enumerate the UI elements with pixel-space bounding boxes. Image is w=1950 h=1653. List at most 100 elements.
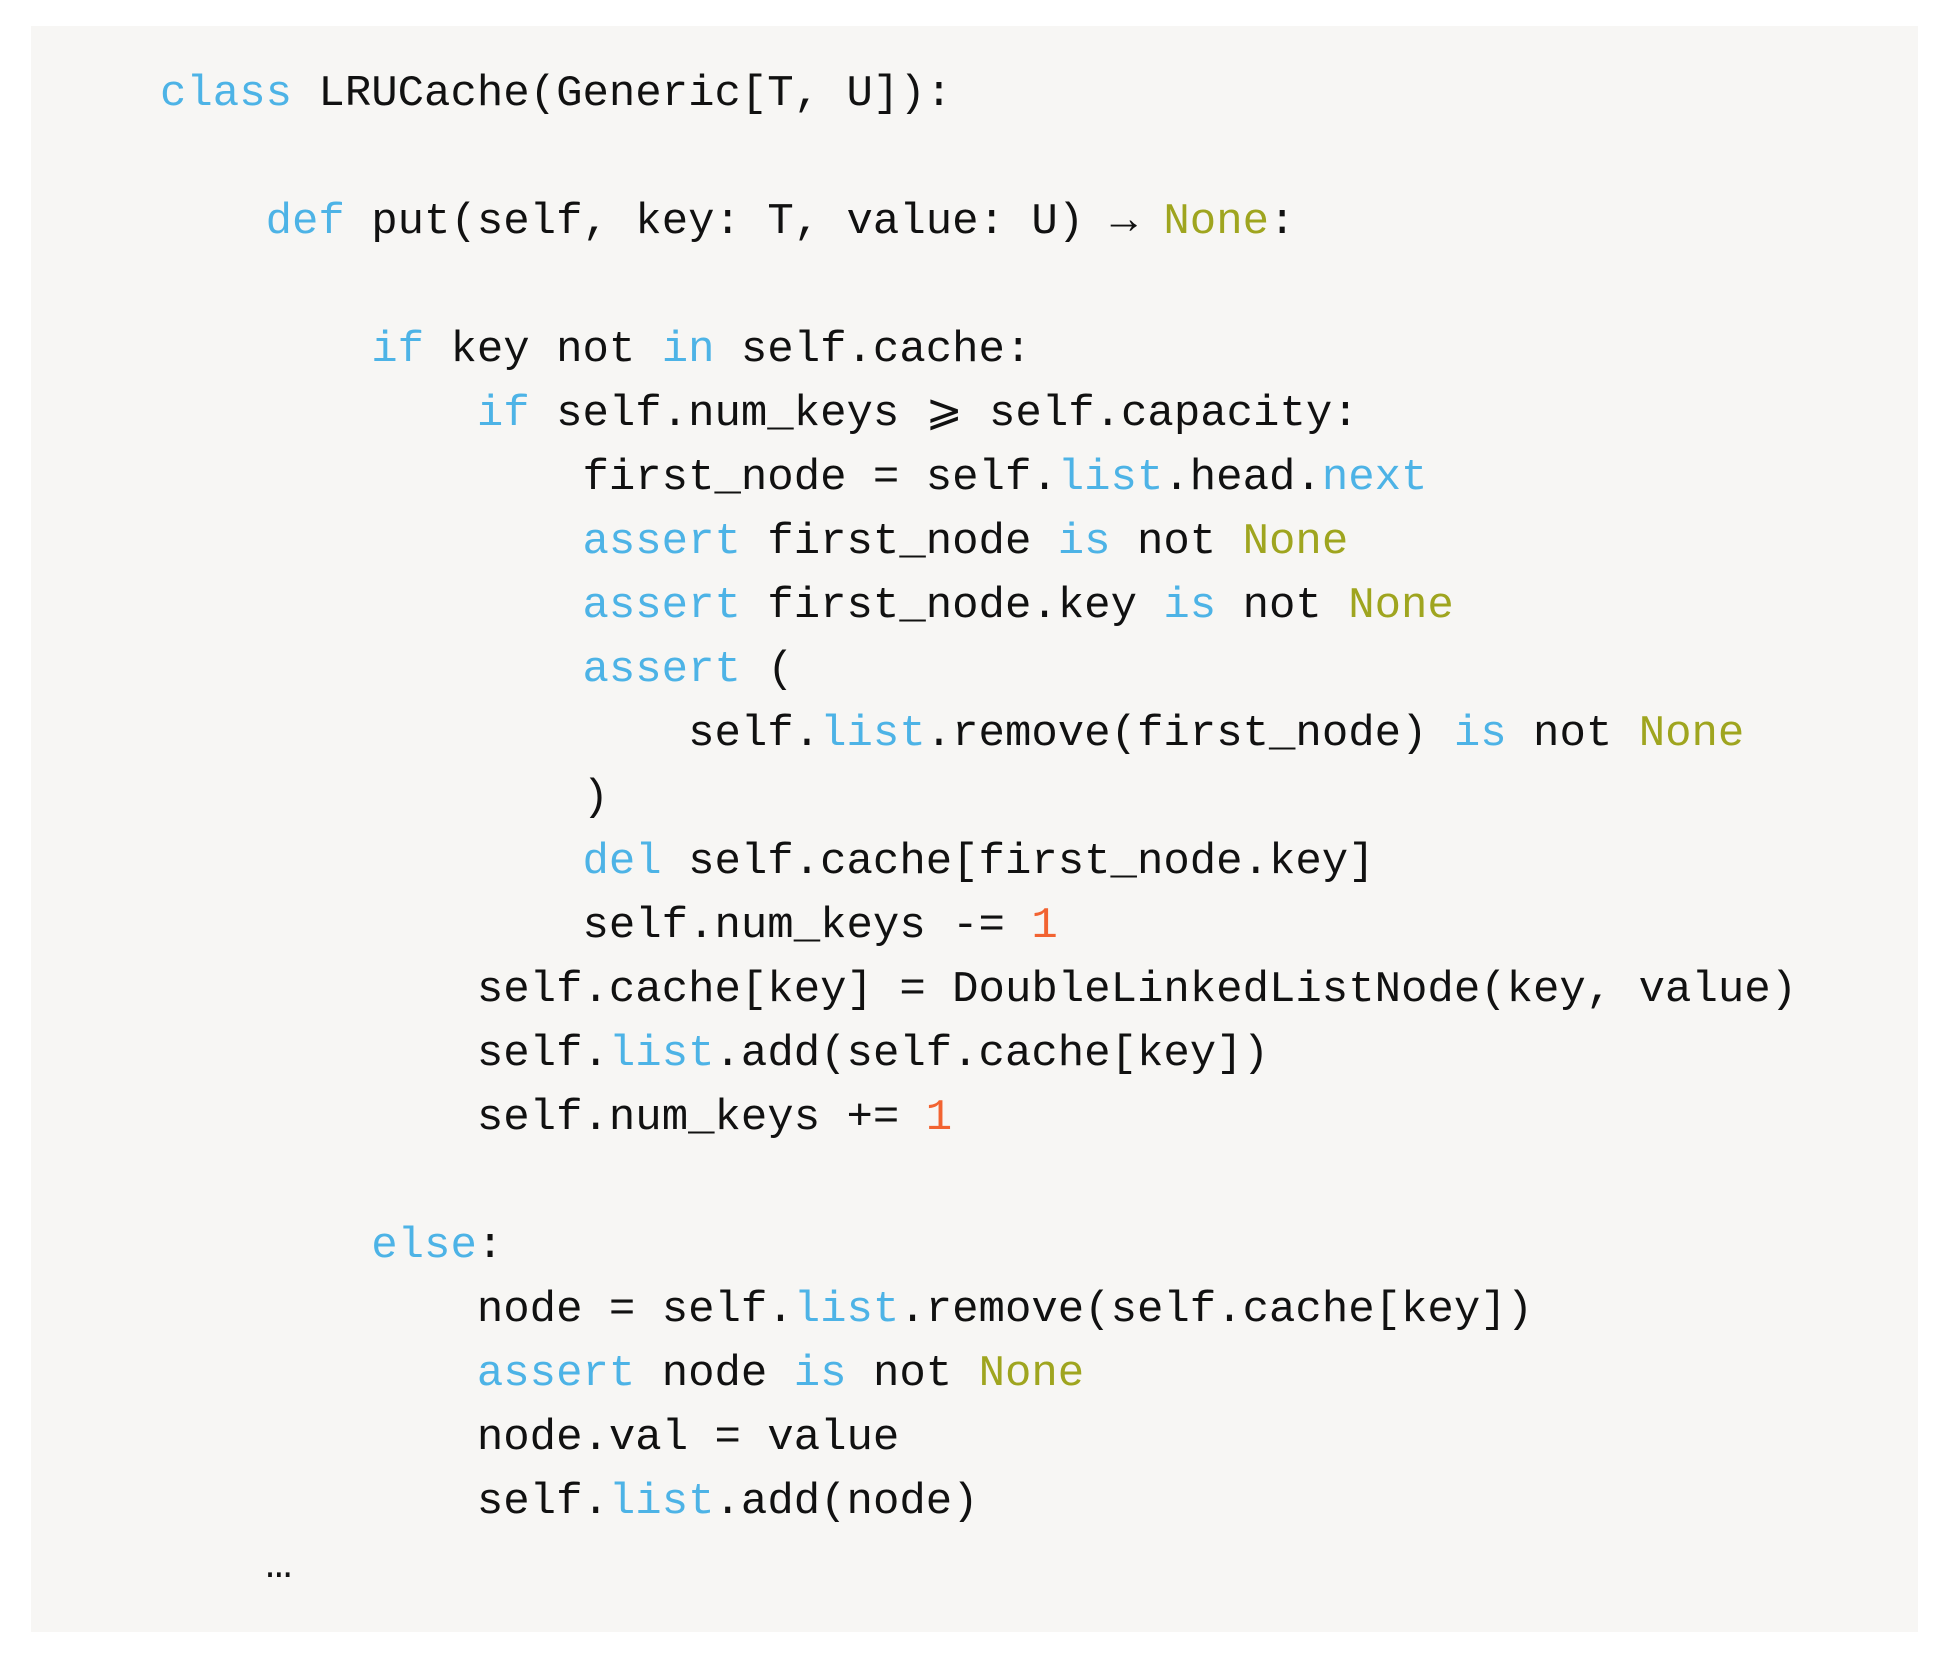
- code-text: .remove(self.cache[key]): [899, 1285, 1534, 1335]
- code-text: :: [1269, 197, 1296, 247]
- code-line: class LRUCache(Generic[T, U]):: [160, 62, 1797, 126]
- code-text: not: [1110, 517, 1243, 567]
- code-text: self.cache:: [714, 325, 1032, 375]
- keyword-token: assert: [582, 517, 741, 567]
- code-line: self.list.add(node): [160, 1470, 1797, 1534]
- code-text: self.cache[key] = DoubleLinkedListNode(k…: [476, 965, 1798, 1015]
- code-text: self.: [688, 709, 821, 759]
- keyword-token: is: [1453, 709, 1507, 759]
- code-text: .remove(first_node): [925, 709, 1454, 759]
- code-text: node.val = value: [476, 1413, 900, 1463]
- code-text: key not: [424, 325, 662, 375]
- code-line: node.val = value: [160, 1406, 1797, 1470]
- code-line: self.num_keys -= 1: [160, 894, 1797, 958]
- code-text: .add(node): [714, 1477, 979, 1527]
- code-text: …: [265, 1541, 293, 1591]
- code-line: self.list.remove(first_node) is not None: [160, 702, 1797, 766]
- code-text: self.: [476, 1029, 609, 1079]
- keyword-token: list: [793, 1285, 900, 1335]
- code-text: ): [582, 773, 609, 823]
- code-line: self.cache[key] = DoubleLinkedListNode(k…: [160, 958, 1797, 1022]
- keyword-token: del: [582, 837, 662, 887]
- keyword-token: if: [371, 325, 425, 375]
- keyword-token: assert: [476, 1349, 636, 1399]
- code-text: first_node = self.: [582, 453, 1058, 503]
- keyword-token: class: [160, 69, 293, 119]
- keyword-token: is: [1163, 581, 1217, 631]
- code-line: …: [160, 1534, 1797, 1598]
- code-text: node = self.: [476, 1285, 794, 1335]
- code-text: not: [846, 1349, 979, 1399]
- keyword-token: if: [476, 389, 530, 439]
- code-text: not: [1216, 581, 1349, 631]
- constant-token: None: [1242, 517, 1349, 567]
- code-text: self.num_keys +=: [476, 1093, 926, 1143]
- code-line: def put(self, key: T, value: U) → None:: [160, 190, 1797, 254]
- code-text: LRUCache(Generic[T, U]):: [292, 69, 953, 119]
- code-listing: class LRUCache(Generic[T, U]): def put(s…: [160, 62, 1797, 1598]
- code-text: self.num_keys ⩾ self.capacity:: [529, 389, 1359, 439]
- code-text: first_node.key: [740, 581, 1164, 631]
- code-line: first_node = self.list.head.next: [160, 446, 1797, 510]
- code-text: .head.: [1163, 453, 1322, 503]
- keyword-token: list: [1057, 453, 1164, 503]
- code-text: .add(self.cache[key]): [714, 1029, 1270, 1079]
- number-token: 1: [925, 1093, 953, 1143]
- code-block: class LRUCache(Generic[T, U]): def put(s…: [31, 26, 1918, 1632]
- code-text: :: [476, 1221, 504, 1271]
- keyword-token: is: [793, 1349, 847, 1399]
- code-text: self.: [476, 1477, 609, 1527]
- constant-token: None: [978, 1349, 1085, 1399]
- keyword-token: def: [265, 197, 345, 247]
- code-line: assert first_node is not None: [160, 510, 1797, 574]
- keyword-token: assert: [582, 581, 741, 631]
- constant-token: None: [1348, 581, 1454, 631]
- code-text: self.num_keys -=: [582, 901, 1032, 951]
- code-line: if key not in self.cache:: [160, 318, 1797, 382]
- code-line: assert (: [160, 638, 1797, 702]
- code-text: not: [1506, 709, 1639, 759]
- code-line: del self.cache[first_node.key]: [160, 830, 1797, 894]
- code-text: self.cache[first_node.key]: [661, 837, 1375, 887]
- code-line: ): [160, 766, 1797, 830]
- constant-token: None: [1638, 709, 1745, 759]
- code-line: else:: [160, 1214, 1797, 1278]
- code-line: assert first_node.key is not None: [160, 574, 1797, 638]
- keyword-token: next: [1321, 453, 1428, 503]
- keyword-token: list: [820, 709, 926, 759]
- constant-token: None: [1163, 197, 1270, 247]
- code-line: node = self.list.remove(self.cache[key]): [160, 1278, 1797, 1342]
- code-text: first_node: [740, 517, 1058, 567]
- code-line: self.num_keys += 1: [160, 1086, 1797, 1150]
- code-text: node: [635, 1349, 794, 1399]
- code-line: if self.num_keys ⩾ self.capacity:: [160, 382, 1797, 446]
- keyword-token: in: [661, 325, 715, 375]
- code-line: assert node is not None: [160, 1342, 1797, 1406]
- number-token: 1: [1031, 901, 1058, 951]
- keyword-token: list: [608, 1029, 715, 1079]
- keyword-token: assert: [582, 645, 741, 695]
- code-text: (: [740, 645, 794, 695]
